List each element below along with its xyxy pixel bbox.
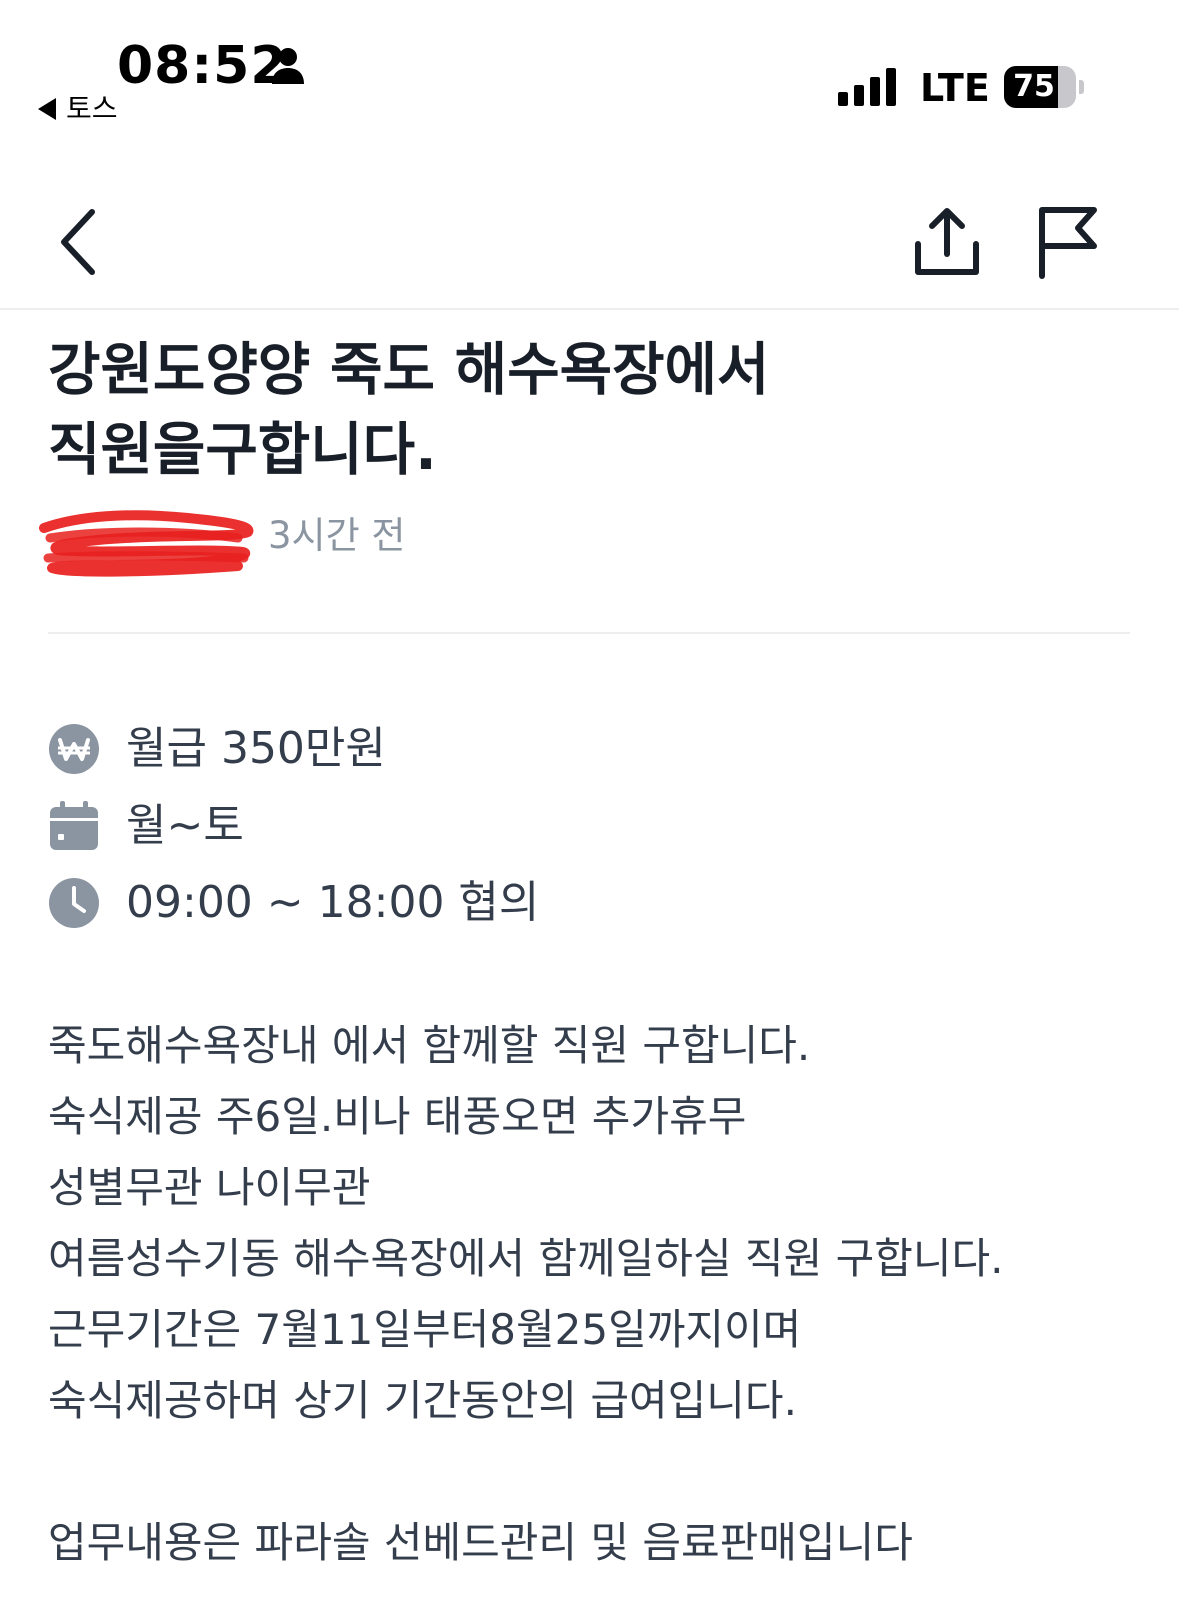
battery-level: 75 (1013, 69, 1055, 104)
hours-text: 09:00 ~ 18:00 협의 (126, 876, 540, 928)
description-line: 죽도해수욕장내 에서 함께할 직원 구합니다. (48, 1021, 811, 1070)
post-time-ago: 3시간 전 (268, 514, 406, 557)
battery-icon: 75 (1004, 66, 1084, 108)
redaction-scribble (39, 510, 254, 577)
clock-icon (49, 877, 99, 928)
battery-cap (1079, 80, 1084, 94)
calendar-icon (50, 800, 98, 850)
battery-body: 75 (1004, 66, 1076, 108)
description-line: 숙식제공 주6일.비나 태풍오면 추가휴무 (48, 1092, 747, 1141)
back-app-label: 토스 (66, 92, 118, 125)
salary-row: 월급 350만원 (48, 710, 1048, 787)
back-triangle-icon (38, 98, 56, 120)
description-line: 여름성수기동 해수욕장에서 함께일하실 직원 구합니다. (48, 1234, 1004, 1283)
description-line: 업무내용은 파라솔 선베드관리 및 음료판매입니다 (48, 1518, 913, 1567)
share-icon[interactable] (912, 204, 982, 280)
job-info-list: 월급 350만원 월~토 09:00 ~ 18:00 협의 (48, 710, 1048, 941)
hours-row: 09:00 ~ 18:00 협의 (48, 864, 1048, 941)
post-meta: 3시간 전 (38, 508, 438, 577)
status-time: 08:52 (117, 36, 288, 96)
nav-bar (0, 160, 1179, 310)
days-text: 월~토 (126, 799, 244, 851)
back-chevron-icon[interactable] (52, 202, 112, 282)
back-to-app-button[interactable]: 토스 (38, 94, 118, 124)
network-type: LTE (920, 66, 990, 110)
won-icon (49, 723, 99, 774)
description-line: 근무기간은 7월11일부터8월25일까지이며 (48, 1305, 802, 1354)
description-line: 숙식제공하며 상기 기간동안의 급여입니다. (48, 1376, 797, 1425)
days-row: 월~토 (48, 787, 1048, 864)
status-bar: 08:52 토스 LTE 75 (0, 0, 1179, 150)
person-icon (272, 48, 304, 84)
post-description: 죽도해수욕장내 에서 함께할 직원 구합니다. 숙식제공 주6일.비나 태풍오면… (48, 1010, 1148, 1578)
description-line: 성별무관 나이무관 (48, 1163, 371, 1212)
description-blank-line (48, 1436, 1148, 1507)
divider (48, 632, 1130, 634)
report-flag-icon[interactable] (1034, 204, 1100, 280)
post-title: 강원도양양 죽도 해수욕장에서 직원을구합니다. (48, 337, 770, 483)
signal-icon (838, 68, 896, 106)
salary-text: 월급 350만원 (126, 722, 386, 774)
